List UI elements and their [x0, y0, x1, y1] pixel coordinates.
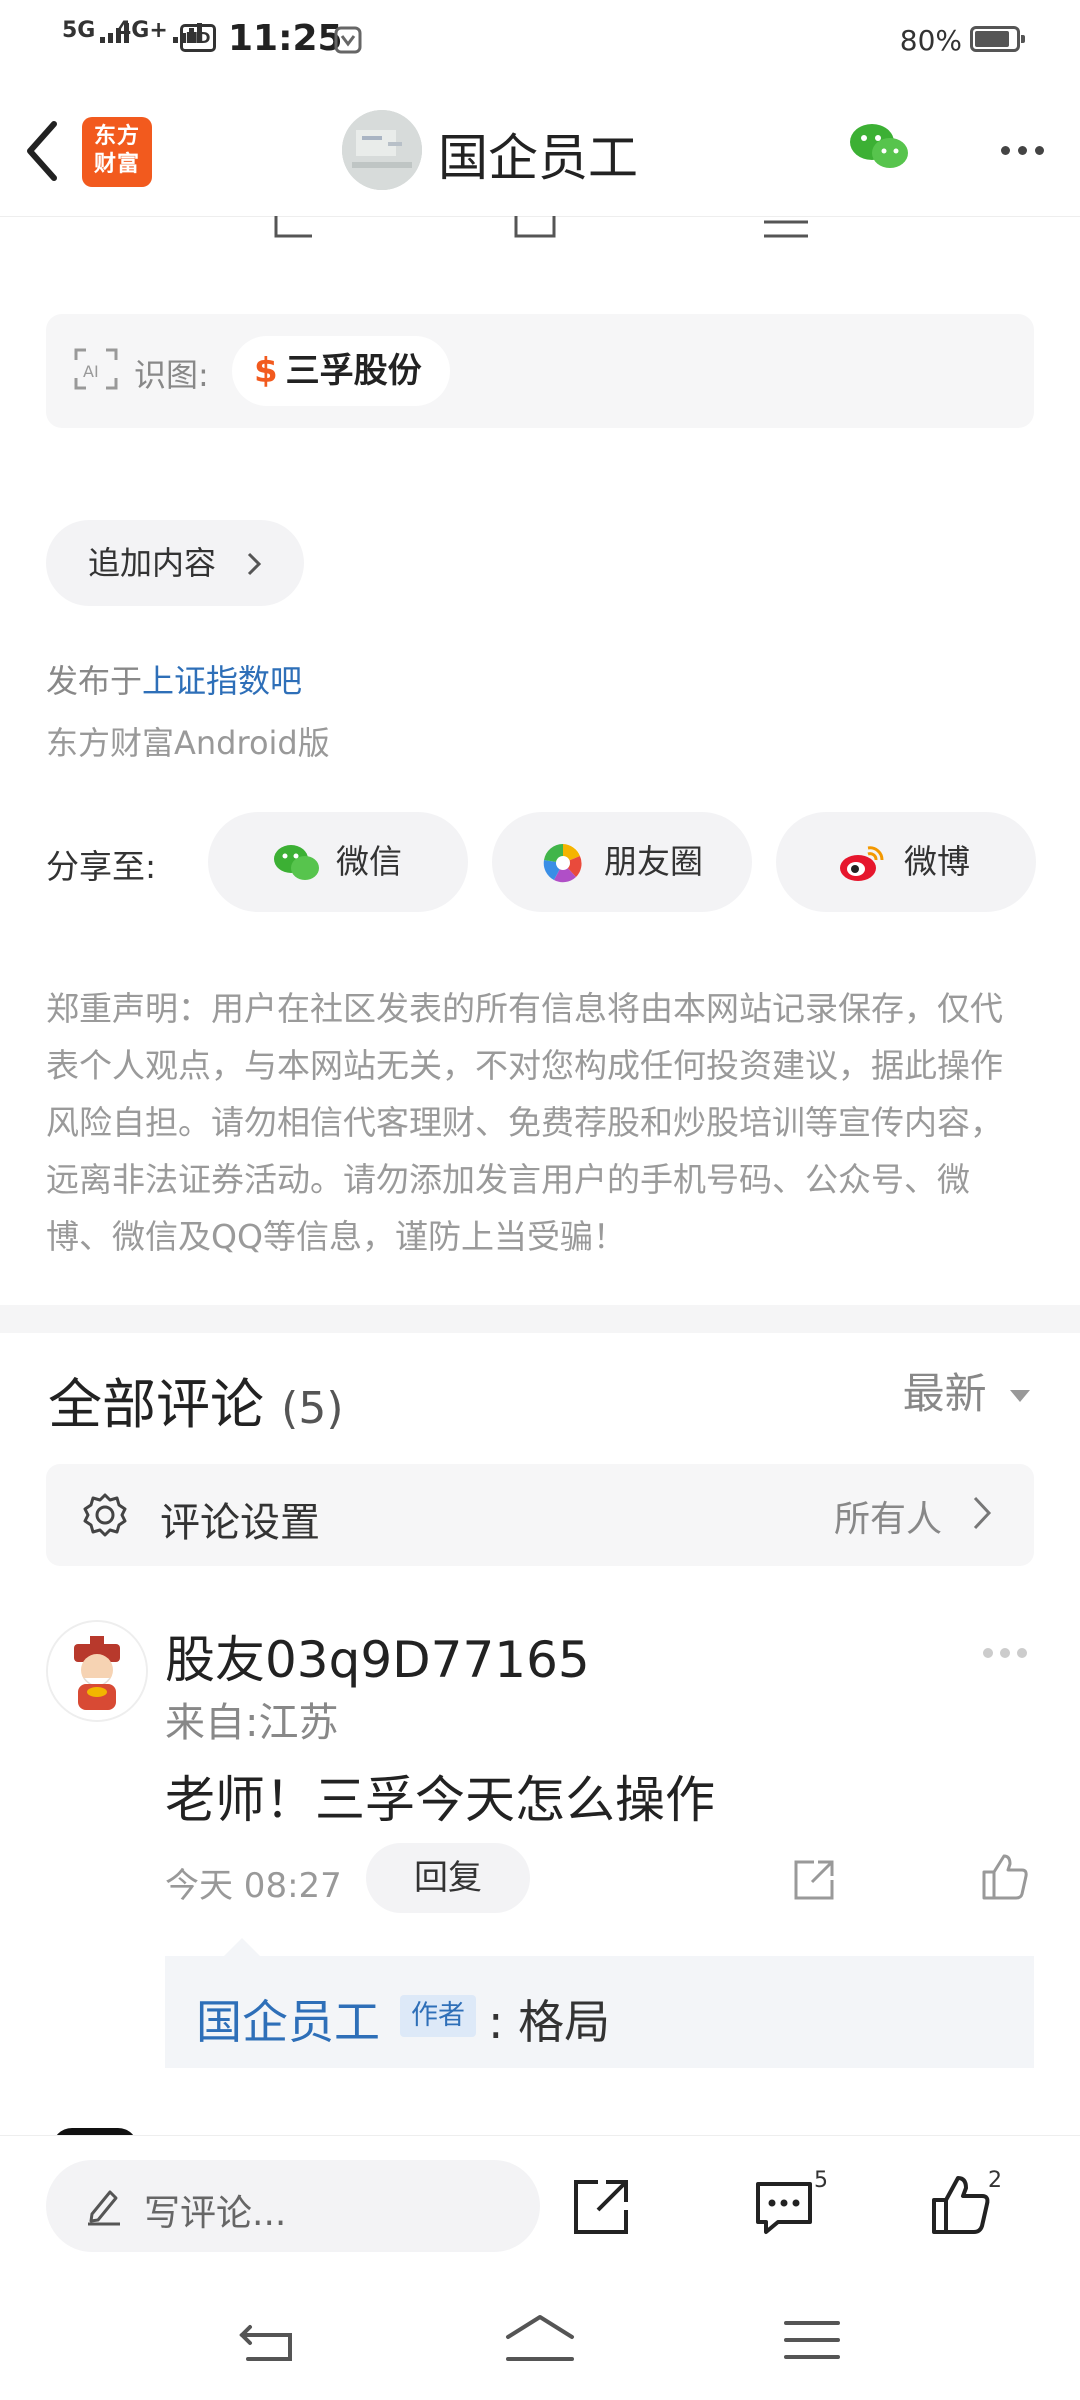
- share-weibo-button[interactable]: 微博: [776, 812, 1036, 912]
- commenter-avatar[interactable]: [46, 1620, 148, 1722]
- top-navigation: 东方 财富 国企员工: [0, 80, 1080, 217]
- logo-line-2: 财富: [93, 152, 140, 177]
- like-count-badge: 2: [988, 2168, 1002, 2193]
- share-weibo-label: 微博: [904, 842, 970, 881]
- ai-label: 识图:: [134, 356, 209, 394]
- share-post-icon[interactable]: [572, 2178, 630, 2236]
- battery-icon: [970, 26, 1025, 52]
- more-options-icon[interactable]: [993, 140, 1044, 159]
- commenter-location: 来自:江苏: [165, 1700, 339, 1746]
- pencil-icon: [88, 2190, 120, 2226]
- reply-button[interactable]: 回复: [366, 1843, 530, 1913]
- hd-icon: HD: [180, 24, 216, 52]
- add-content-label: 追加内容: [88, 544, 217, 582]
- section-divider: [0, 1305, 1080, 1333]
- comment-settings-value: 所有人: [833, 1499, 942, 1540]
- like-comment-icon[interactable]: [980, 1852, 1030, 1902]
- battery-percent: 80%: [899, 24, 962, 57]
- reply-author[interactable]: 国企员工: [196, 1986, 380, 2052]
- add-content-button[interactable]: 追加内容: [46, 520, 304, 606]
- moments-aperture-icon: [543, 843, 582, 883]
- share-comment-icon[interactable]: [792, 1858, 836, 1902]
- chevron-right-icon: [247, 552, 262, 576]
- system-navigation-bar: [0, 2283, 1080, 2400]
- nav-back-icon[interactable]: [238, 2317, 298, 2363]
- publish-info: 发布于上证指数吧: [46, 656, 302, 702]
- sort-label: 最新: [902, 1369, 987, 1418]
- author-name[interactable]: 国企员工: [438, 118, 638, 190]
- network-label-2: 4G+: [116, 18, 168, 43]
- share-wechat-label: 微信: [336, 842, 402, 881]
- chevron-right-icon: [973, 1496, 992, 1530]
- sort-dropdown[interactable]: 最新: [903, 1360, 1030, 1421]
- author-tag-badge: 作者: [400, 1995, 476, 2037]
- reply-pointer: [222, 1938, 262, 1958]
- network-label: 5G: [62, 18, 96, 43]
- nav-home-icon[interactable]: [504, 2313, 576, 2365]
- scrolled-toolbar-fragment: [0, 216, 1080, 246]
- author-avatar[interactable]: [342, 110, 422, 190]
- board-link[interactable]: 上证指数吧: [142, 662, 302, 700]
- hd-label: HD: [185, 29, 211, 47]
- comments-title-label: 全部评论: [48, 1373, 264, 1436]
- caret-down-icon: [1010, 1389, 1030, 1402]
- ai-scan-icon: AI: [74, 348, 118, 390]
- weibo-icon: [840, 846, 884, 881]
- disclaimer-text: 郑重声明：用户在社区发表的所有信息将由本网站记录保存，仅代表个人观点，与本网站无…: [46, 989, 1003, 1256]
- share-moments-button[interactable]: 朋友圈: [492, 812, 752, 912]
- wechat-icon: [274, 845, 319, 880]
- stock-symbol: $: [254, 351, 278, 391]
- write-comment-placeholder: 写评论...: [144, 2193, 287, 2234]
- comment-time: 今天 08:27: [165, 1866, 342, 1906]
- comment-settings-label: 评论设置: [160, 1500, 320, 1546]
- share-wechat-button[interactable]: 微信: [208, 812, 468, 912]
- comment-count-badge: 5: [814, 2168, 828, 2193]
- back-arrow-icon[interactable]: [22, 120, 62, 182]
- share-moments-label: 朋友圈: [604, 842, 703, 881]
- stock-tag-button[interactable]: $ 三孚股份: [232, 336, 450, 406]
- comments-count: (5): [281, 1383, 344, 1434]
- reply-text: : 格局: [488, 1995, 611, 2049]
- app-notification-icon: [334, 26, 362, 54]
- commenter-username[interactable]: 股友03q9D77165: [165, 1620, 590, 1692]
- publish-prefix: 发布于: [46, 662, 143, 700]
- client-info: 东方财富Android版: [46, 724, 330, 762]
- stock-name: 三孚股份: [285, 351, 422, 391]
- status-bar: 5G 4G+ HD 11:25 80%: [0, 0, 1080, 80]
- app-logo[interactable]: 东方 财富: [82, 117, 152, 187]
- wechat-share-icon[interactable]: [848, 120, 910, 172]
- comments-icon[interactable]: [754, 2178, 814, 2236]
- share-label: 分享至:: [46, 847, 157, 886]
- nav-recents-icon[interactable]: [784, 2317, 840, 2363]
- clock: 11:25: [228, 18, 343, 59]
- logo-line-1: 东方: [93, 124, 140, 149]
- comments-title: 全部评论 (5): [48, 1360, 344, 1439]
- comment-text: 老师！三孚今天怎么操作: [165, 1771, 715, 1829]
- comment-more-icon[interactable]: [982, 1644, 1028, 1663]
- gear-icon: [83, 1493, 127, 1537]
- svg-text:AI: AI: [83, 362, 99, 381]
- like-post-icon[interactable]: [930, 2174, 992, 2236]
